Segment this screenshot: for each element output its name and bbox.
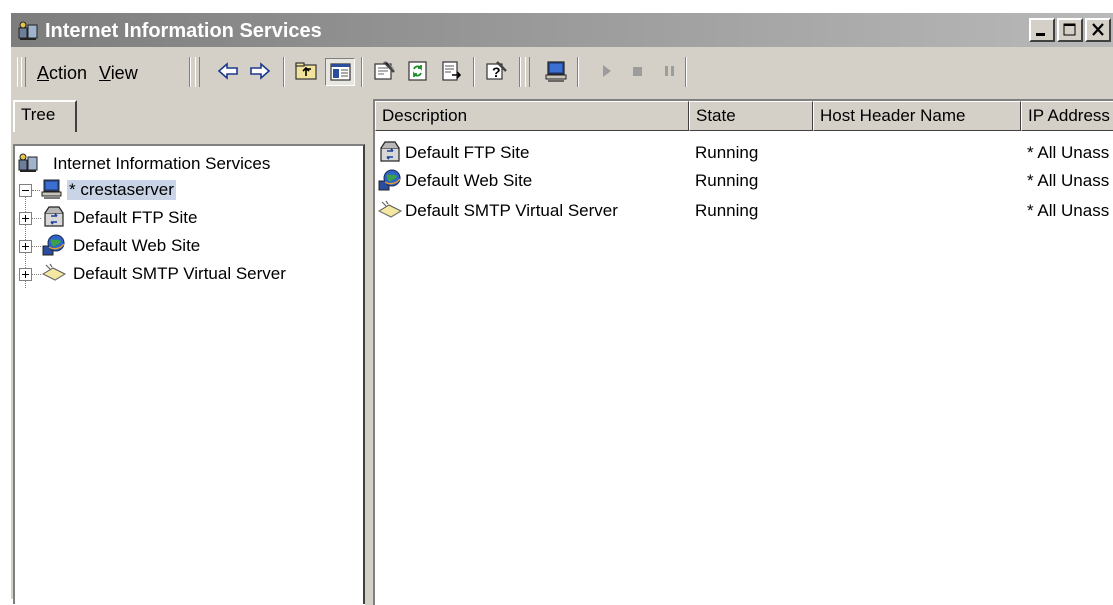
console-tree[interactable]: Internet Information Services * crestase… (13, 144, 365, 604)
expand-toggle[interactable] (19, 212, 32, 225)
list-row-web-site[interactable]: Default Web Site Running * All Unass (375, 167, 1113, 195)
help-button[interactable]: ? (481, 58, 511, 86)
up-one-level-button[interactable] (291, 58, 321, 86)
cell-state: Running (695, 171, 759, 190)
tree-line (32, 190, 40, 191)
cell-state: Running (695, 201, 759, 220)
svg-text:?: ? (492, 64, 501, 80)
pane-splitter[interactable] (365, 99, 373, 605)
cell-ip-address: * All Unass (1027, 171, 1110, 190)
web-site-icon (41, 232, 67, 258)
toolbar-separator (685, 57, 687, 87)
ftp-site-icon (41, 204, 67, 230)
help-icon: ? (486, 61, 507, 80)
computer-button[interactable] (541, 58, 571, 86)
show-hide-console-tree-button[interactable] (325, 58, 355, 86)
ftp-site-icon (377, 139, 403, 165)
maximize-icon (1063, 23, 1076, 36)
tree-item-label: Default FTP Site (73, 208, 198, 227)
toolbar: Action View ? (11, 49, 1113, 95)
web-site-icon (377, 167, 403, 193)
stop-icon (633, 67, 642, 76)
export-list-icon (442, 61, 462, 81)
pause-icon (665, 66, 674, 76)
properties-button[interactable] (369, 58, 399, 86)
tab-tree-label: Tree (21, 105, 56, 124)
back-arrow-icon (217, 62, 238, 80)
cell-description: Default Web Site (405, 171, 533, 190)
toolbar-grip[interactable] (195, 57, 200, 87)
maximize-button[interactable] (1057, 18, 1083, 42)
refresh-icon (408, 61, 427, 81)
refresh-button[interactable] (403, 58, 433, 86)
smtp-server-icon (377, 197, 403, 223)
collapse-toggle[interactable] (19, 184, 32, 197)
title-bar[interactable]: Internet Information Services (11, 13, 1113, 47)
list-row-ftp-site[interactable]: Default FTP Site Running * All Unass (375, 139, 1113, 167)
close-button[interactable] (1085, 18, 1111, 42)
toolbar-grip[interactable] (525, 57, 530, 87)
results-list[interactable]: Description State Host Header Name IP Ad… (373, 99, 1113, 605)
view-menu[interactable]: View (99, 62, 138, 84)
properties-icon (374, 61, 395, 80)
column-header-ip-address[interactable]: IP Address (1021, 101, 1113, 131)
column-header-state[interactable]: State (689, 101, 813, 131)
action-menu[interactable]: Action (37, 62, 87, 84)
computer-icon (545, 61, 567, 82)
toolbar-separator (577, 57, 579, 87)
toolbar-grip (21, 57, 26, 87)
column-header-description[interactable]: Description (375, 101, 689, 131)
start-item-button (591, 58, 621, 86)
tree-item-label: * crestaserver (67, 180, 176, 200)
tree-item-label: Default Web Site (73, 236, 201, 255)
minimize-button[interactable] (1029, 18, 1055, 42)
toolbar-separator (361, 57, 363, 87)
cell-state: Running (695, 143, 759, 162)
iis-app-icon (17, 20, 39, 42)
cell-description: Default FTP Site (405, 143, 530, 162)
forward-arrow-icon (250, 62, 271, 80)
tab-tree[interactable]: Tree (13, 100, 77, 132)
toolbar-separator (473, 57, 475, 87)
iis-window: Internet Information Services Action Vie… (10, 12, 1113, 605)
tree-item-label: Internet Information Services (53, 154, 271, 173)
toolbar-separator (283, 57, 285, 87)
cell-description: Default SMTP Virtual Server (405, 201, 618, 220)
export-list-button[interactable] (437, 58, 467, 86)
server-computer-icon (41, 178, 63, 200)
close-icon (1092, 23, 1104, 36)
iis-app-icon (17, 152, 39, 174)
window-title: Internet Information Services (45, 20, 322, 42)
toolbar-separator (519, 57, 521, 87)
start-icon (603, 65, 611, 77)
column-header-host-header-name[interactable]: Host Header Name (813, 101, 1021, 131)
forward-button[interactable] (245, 58, 275, 86)
cell-ip-address: * All Unass (1027, 201, 1110, 220)
toolbar-separator (189, 57, 191, 87)
cell-ip-address: * All Unass (1027, 143, 1110, 162)
pause-item-button (655, 58, 685, 86)
smtp-server-icon (41, 260, 67, 286)
back-button[interactable] (213, 58, 243, 86)
show-hide-tree-icon (330, 63, 351, 81)
list-row-smtp-server[interactable]: Default SMTP Virtual Server Running * Al… (375, 197, 1113, 225)
up-folder-icon (295, 62, 317, 80)
minimize-icon (1036, 33, 1045, 36)
expand-toggle[interactable] (19, 268, 32, 281)
tree-item-label: Default SMTP Virtual Server (73, 264, 286, 283)
expand-toggle[interactable] (19, 240, 32, 253)
stop-item-button (623, 58, 653, 86)
